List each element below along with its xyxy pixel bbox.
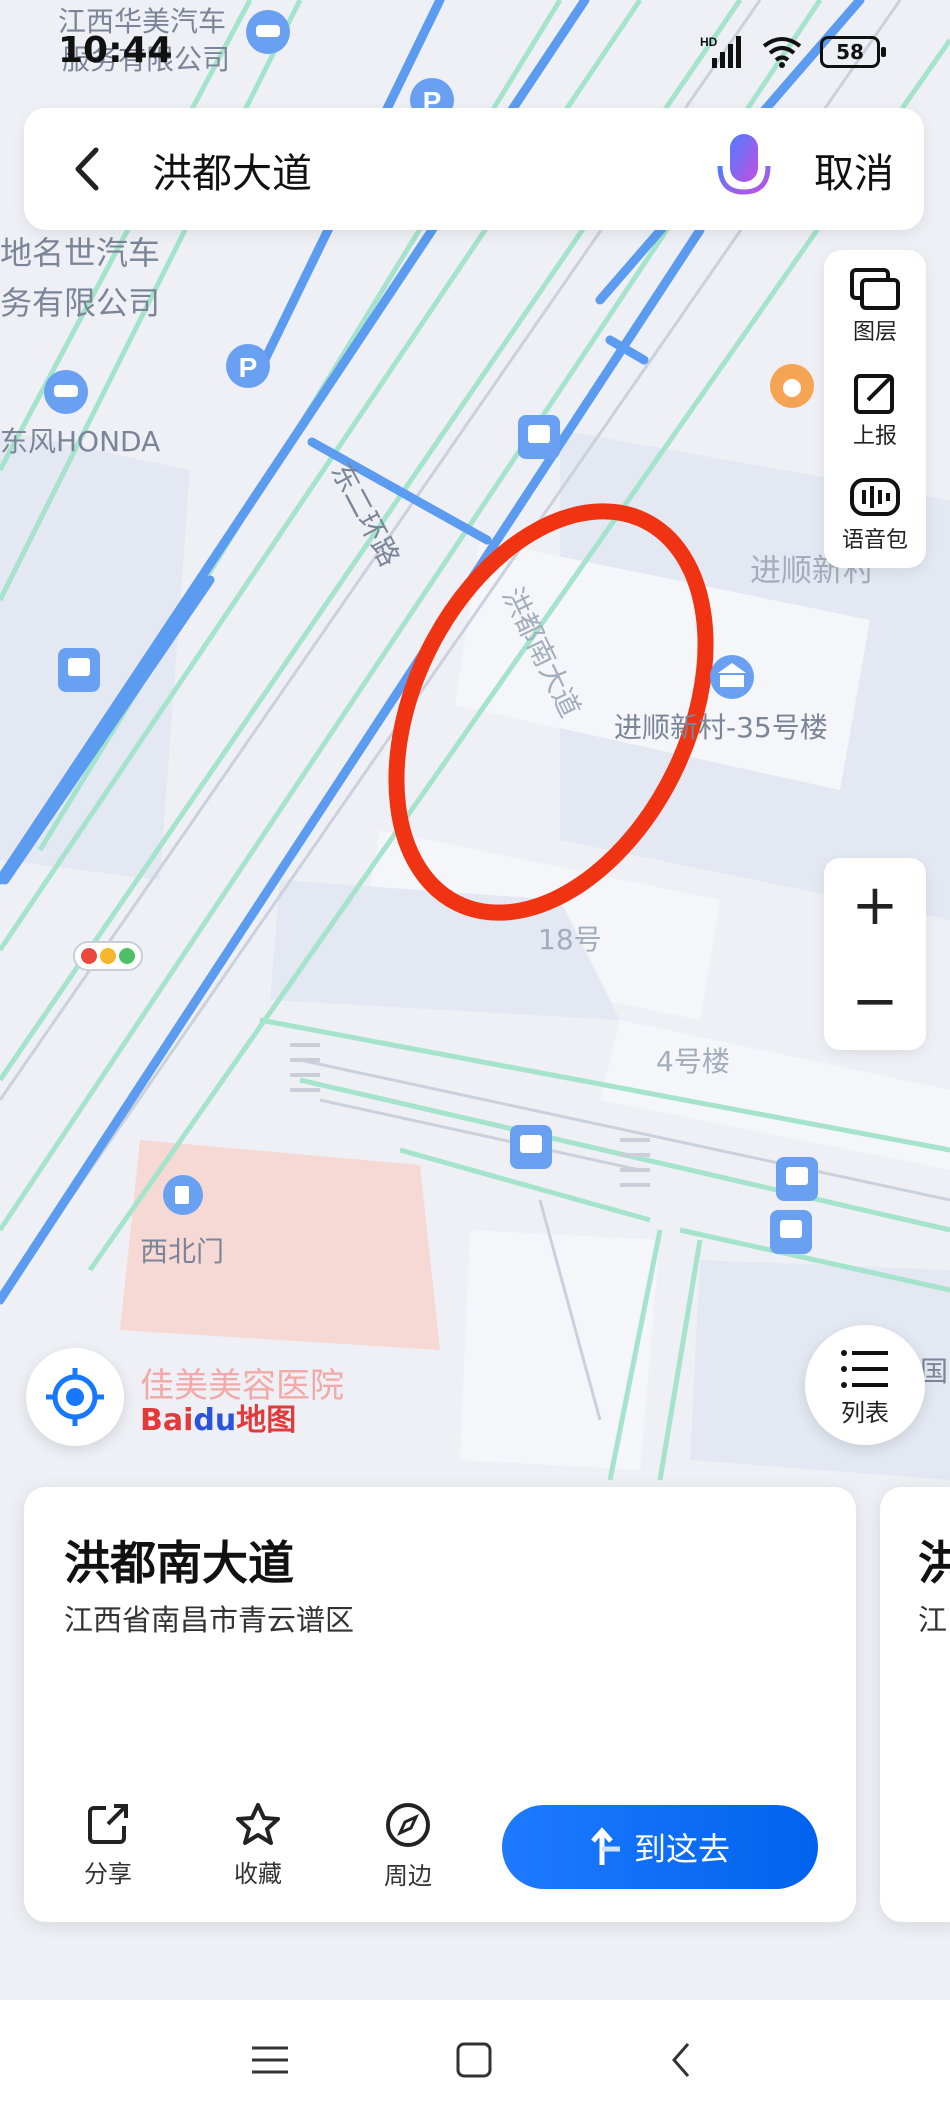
cancel-button[interactable]: 取消 [814,141,894,199]
poi-label[interactable]: 务有限公司 [0,278,160,324]
favorite-label: 收藏 [234,1860,282,1888]
tool-label: 语音包 [841,528,908,553]
place-address: 江 [918,1603,948,1637]
bus-stop-icon[interactable] [510,1125,552,1169]
voice-pack-button[interactable]: 语音包 [824,464,926,564]
home-icon[interactable] [452,2038,496,2082]
nearby-button[interactable]: 周边 [358,1802,458,1891]
route-arrow-icon [591,1827,620,1865]
go-here-button[interactable]: 到这去 [502,1805,818,1889]
map-building-block [460,1230,660,1470]
food-icon[interactable] [770,364,814,408]
wifi-icon [762,37,802,68]
map-tools-panel: 图层 上报 语音包 [824,250,926,568]
bus-stop-icon[interactable] [58,648,100,692]
svg-text:P: P [239,352,258,383]
svg-text:HD: HD [700,35,718,49]
menu-icon[interactable] [248,2038,292,2082]
list-label: 列表 [841,1399,889,1427]
bank-icon[interactable] [710,655,754,699]
signal-icon: HD [700,35,741,68]
place-card[interactable]: 洪都南大道 江西省南昌市青云谱区 分享 收藏 周边 到这去 [24,1487,856,1922]
back-icon[interactable] [64,142,114,196]
bus-stop-icon[interactable] [770,1210,812,1254]
car-service-icon[interactable] [44,370,88,414]
baidu-map-logo: Baidu地图 [140,1403,297,1438]
poi-label[interactable]: 东风HONDA [0,420,160,460]
battery-indicator: 58 [820,36,886,68]
share-button[interactable]: 分享 [58,1802,158,1889]
share-label: 分享 [84,1860,132,1888]
bus-stop-icon[interactable] [776,1157,818,1201]
building-label: 18号 [538,923,602,956]
zoom-in-button[interactable]: + [824,858,926,954]
place-title: 洪都南大道 [64,1536,294,1590]
poi-label[interactable]: 地名世汽车 [0,228,160,274]
traffic-light-icon[interactable] [73,941,143,971]
list-button[interactable]: 列表 [805,1325,925,1445]
place-address: 江西省南昌市青云谱区 [64,1603,355,1637]
system-nav-bar [0,2000,950,2111]
search-bar: 洪都大道 取消 [24,108,924,230]
place-card-next[interactable]: 洪 江 [880,1487,950,1922]
nearby-label: 周边 [384,1862,432,1890]
status-time: 10:44 [58,30,173,71]
report-button[interactable]: 上报 [824,360,926,460]
share-icon [88,1804,128,1844]
layers-button[interactable]: 图层 [824,256,926,356]
voice-pack-icon [850,478,900,516]
bus-stop-icon[interactable] [518,415,560,459]
report-icon [854,374,894,414]
go-here-label: 到这去 [633,1830,730,1868]
building-label: 4号楼 [656,1045,730,1078]
tool-label: 上报 [852,424,897,449]
zoom-controls: + − [824,858,926,1050]
search-input[interactable]: 洪都大道 [152,141,312,199]
parking-icon[interactable]: P [226,344,270,388]
zoom-out-button[interactable]: − [824,954,926,1050]
favorite-button[interactable]: 收藏 [208,1802,308,1889]
poi-label[interactable]: 进顺新村-35号楼 [614,706,828,746]
poi-label[interactable]: 西北门 [140,1230,224,1270]
compass-icon [386,1803,430,1847]
layers-icon [850,268,900,310]
location-target-icon [46,1368,104,1426]
place-title: 洪 [918,1536,950,1590]
back-nav-icon[interactable] [660,2038,704,2082]
microphone-icon[interactable] [712,130,776,208]
star-icon [236,1803,280,1845]
locate-button[interactable] [26,1348,124,1446]
tool-label: 图层 [852,320,897,345]
list-icon [841,1350,888,1388]
gate-icon[interactable] [163,1175,203,1215]
status-icons: HD 58 [700,34,886,70]
status-bar: 10:44 HD 58 [0,0,950,105]
